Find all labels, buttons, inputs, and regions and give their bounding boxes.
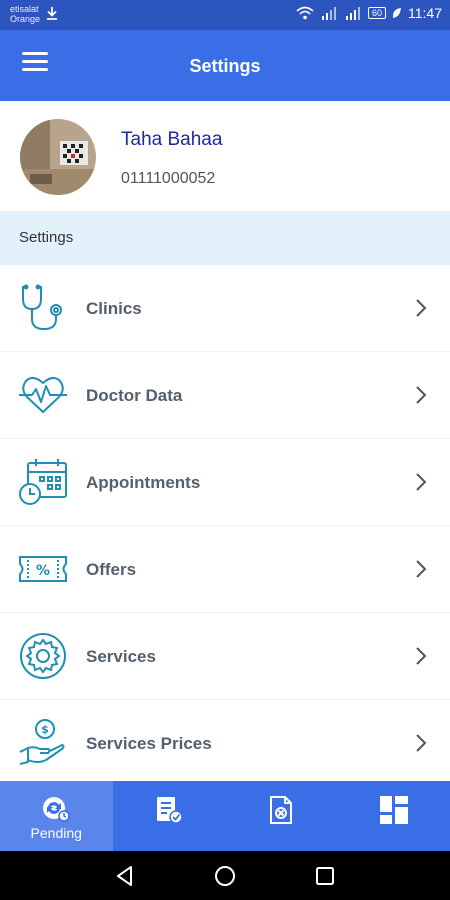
- settings-item-label: Services Prices: [86, 734, 212, 753]
- section-header: Settings: [0, 211, 450, 265]
- stethoscope-icon: [22, 284, 62, 331]
- chevron-right-icon: [416, 647, 427, 665]
- settings-list: Clinics Doctor Data Appointments % Offer…: [0, 265, 450, 787]
- chevron-right-icon: [416, 560, 427, 578]
- recents-icon[interactable]: [313, 864, 337, 888]
- download-icon: [47, 7, 57, 20]
- tab-pending-label: Pending: [30, 825, 82, 841]
- settings-item-label: Clinics: [86, 299, 142, 318]
- cancelled-document-icon: [270, 796, 293, 824]
- settings-item-appointments[interactable]: Appointments: [0, 439, 450, 526]
- settings-item-doctor-data[interactable]: Doctor Data: [0, 352, 450, 439]
- clock: 11:47: [408, 5, 442, 21]
- back-icon[interactable]: [113, 864, 137, 888]
- heartbeat-icon: [19, 377, 67, 413]
- signal-icon-sim1: [321, 7, 336, 20]
- bottom-tab-bar: Pending: [0, 781, 450, 851]
- carrier-name-2: Orange: [10, 14, 41, 24]
- settings-item-label: Services: [86, 647, 156, 666]
- pending-icon: [43, 797, 70, 822]
- chevron-right-icon: [416, 386, 427, 404]
- carrier-info: etisalat Orange: [10, 4, 40, 24]
- status-icons: 60 11:47: [296, 5, 442, 21]
- settings-item-label: Doctor Data: [86, 386, 183, 405]
- profile-card[interactable]: Taha Bahaa 01111000052: [0, 101, 450, 211]
- settings-item-label: Offers: [86, 560, 137, 579]
- battery-indicator: 60: [367, 7, 386, 19]
- avatar: [20, 119, 96, 195]
- tab-accepted[interactable]: [113, 781, 226, 851]
- page-title: Settings: [189, 56, 261, 76]
- svg-text:$: $: [41, 723, 49, 736]
- discount-ticket-icon: %: [19, 556, 67, 582]
- system-navigation-bar: [0, 851, 450, 900]
- chevron-right-icon: [416, 473, 427, 491]
- settings-item-offers[interactable]: % Offers: [0, 526, 450, 613]
- tab-cancelled[interactable]: [225, 781, 338, 851]
- settings-item-clinics[interactable]: Clinics: [0, 265, 450, 352]
- settings-item-services[interactable]: Services: [0, 613, 450, 700]
- home-icon[interactable]: [213, 864, 237, 888]
- section-header-label: Settings: [19, 229, 74, 246]
- chevron-right-icon: [416, 734, 427, 752]
- chevron-right-icon: [416, 299, 427, 317]
- app-bar: Settings: [0, 30, 450, 101]
- settings-item-services-prices[interactable]: $ Services Prices: [0, 700, 450, 787]
- avatar-image: [20, 119, 96, 195]
- hand-money-icon: $: [19, 719, 65, 765]
- svg-text:%: %: [36, 563, 50, 579]
- carrier-name-1: etisalat: [10, 4, 39, 14]
- status-bar: etisalat Orange 60 11:47: [0, 0, 450, 30]
- dashboard-grid-icon: [379, 796, 408, 824]
- leaf-icon: [393, 8, 401, 18]
- wifi-icon: [296, 6, 314, 20]
- tab-dashboard[interactable]: [338, 781, 450, 851]
- settings-item-label: Appointments: [86, 473, 201, 492]
- calendar-clock-icon: [19, 459, 67, 505]
- tab-pending[interactable]: Pending: [0, 781, 113, 851]
- signal-icon-sim2: [345, 7, 360, 20]
- profile-name: Taha Bahaa: [121, 129, 223, 150]
- gear-icon: [20, 633, 66, 679]
- profile-phone: 01111000052: [121, 170, 216, 187]
- accepted-document-icon: [156, 797, 183, 824]
